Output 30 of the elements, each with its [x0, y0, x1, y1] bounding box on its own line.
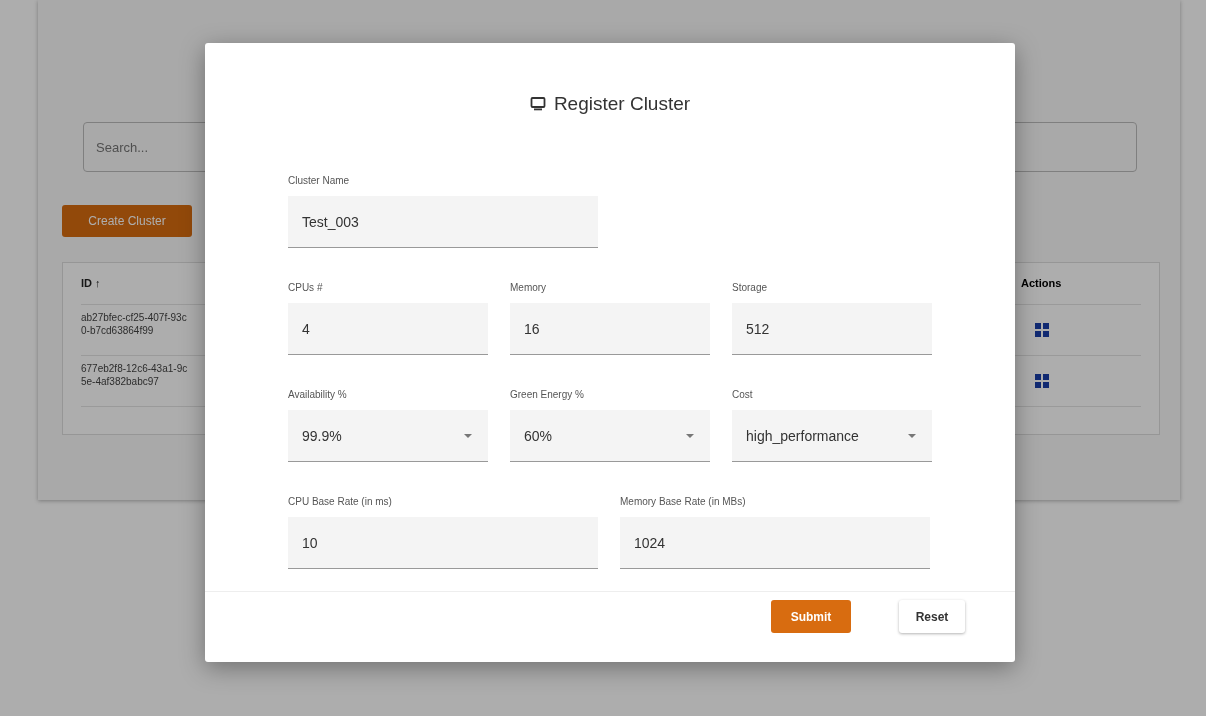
input-field[interactable]: 10 [288, 517, 598, 569]
select-field[interactable]: high_performance [732, 410, 932, 462]
caret-icon [908, 433, 916, 438]
select-field[interactable]: 99.9% [288, 410, 488, 462]
field-label: CPU Base Rate (in ms) [288, 496, 393, 507]
table-cell-text: 677eb2f8-12c6-43a1-9c5e-4af382babc97 [81, 362, 189, 389]
dialog-title: Register Cluster [553, 93, 691, 115]
input-field[interactable]: 512 [732, 303, 932, 355]
grid-icon[interactable] [1035, 323, 1049, 337]
input-field[interactable]: Test_003 [288, 196, 598, 248]
field-label: Availability % [288, 389, 348, 400]
field-label: Memory Base Rate (in MBs) [620, 496, 747, 507]
reset-button[interactable]: Reset [899, 600, 965, 633]
field-label: Memory [510, 282, 548, 293]
column-header[interactable]: Actions [1021, 277, 1141, 290]
field-label: CPUs # [288, 282, 324, 293]
table-cell-text: ab27bfec-cf25-407f-93c0-b7cd63864f99 [81, 311, 188, 338]
input-field[interactable]: 4 [288, 303, 488, 355]
caret-icon [686, 433, 694, 438]
field-label: Cluster Name [288, 175, 351, 186]
select-field[interactable]: 60% [510, 410, 710, 462]
input-field[interactable]: 1024 [620, 517, 930, 569]
input-field[interactable]: 16 [510, 303, 710, 355]
field-label: Cost [732, 389, 754, 400]
monitor-icon [529, 96, 546, 112]
field-label: Storage [732, 282, 769, 293]
caret-icon [464, 433, 472, 438]
column-header[interactable]: ID ↑ [81, 277, 191, 290]
field-label: Green Energy % [510, 389, 585, 400]
grid-icon[interactable] [1035, 374, 1049, 388]
